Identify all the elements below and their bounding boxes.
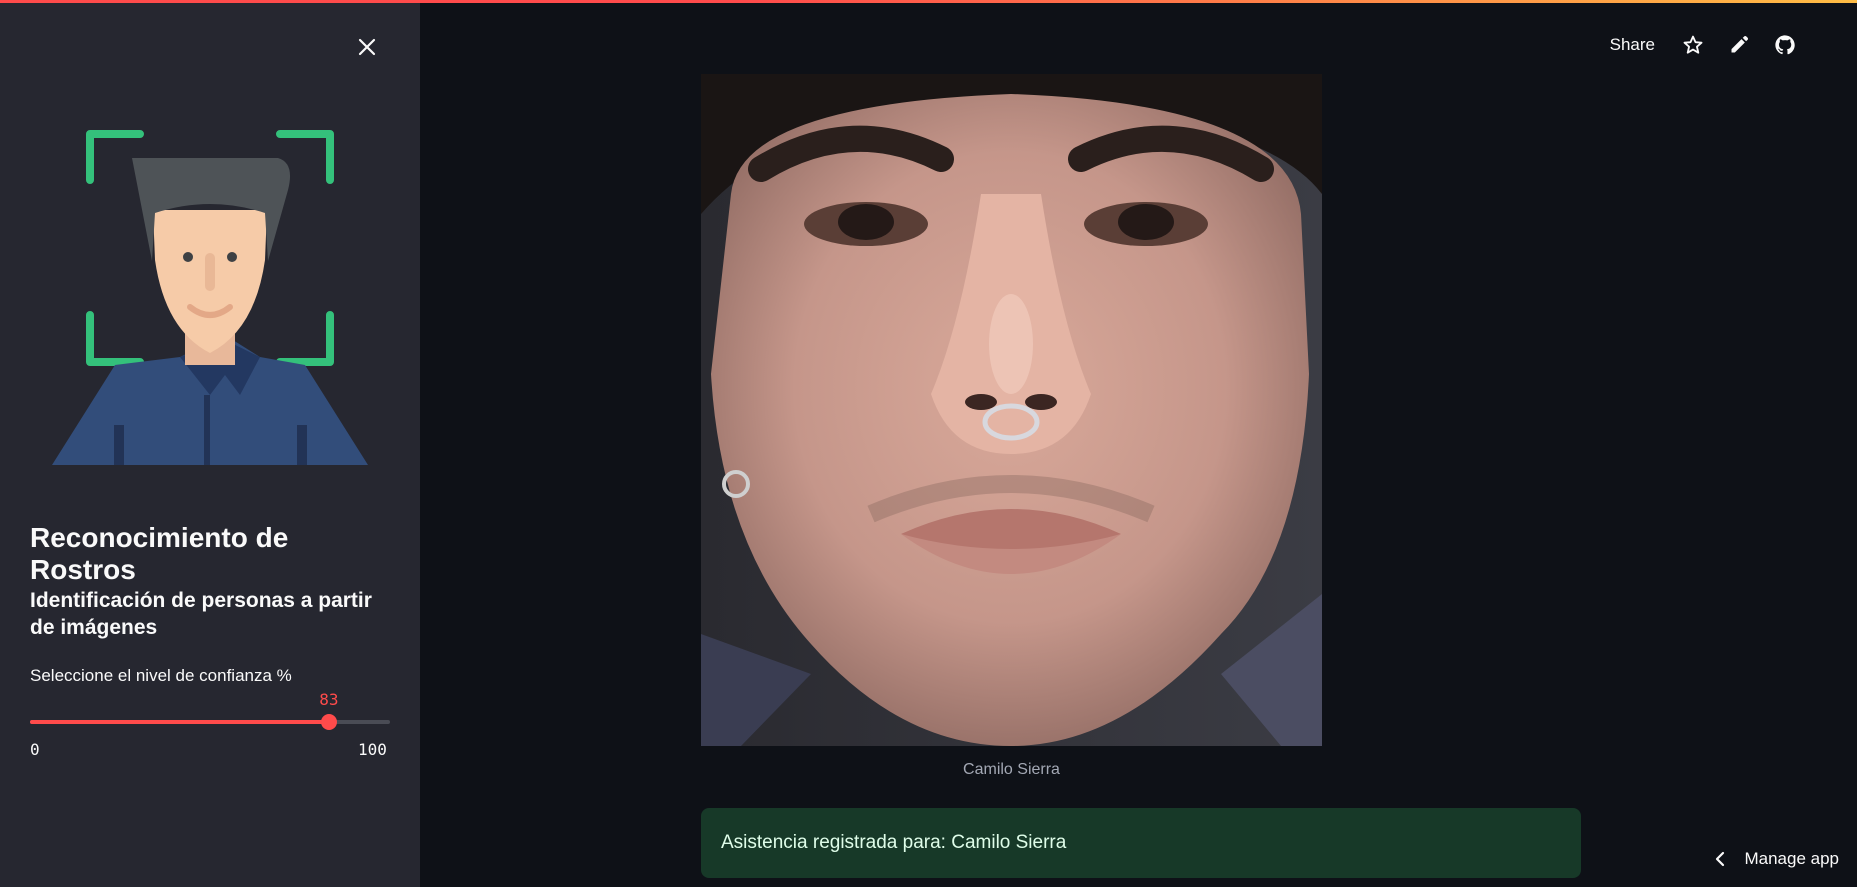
sidebar: Reconocimiento de Rostros Identificación… [0,0,420,887]
confidence-slider-value: 83 [319,690,339,709]
edit-button[interactable] [1727,33,1751,57]
image-caption: Camilo Sierra [963,761,1060,778]
share-button[interactable]: Share [1610,35,1655,55]
confidence-slider-thumb[interactable] [320,714,337,730]
confidence-slider-fill [30,720,329,724]
close-icon [358,38,376,56]
edit-icon [1731,35,1749,53]
confidence-slider-min: 0 [30,740,40,759]
github-button[interactable] [1773,33,1797,57]
face-photo [701,74,1322,746]
close-sidebar-button[interactable] [352,32,382,62]
face-recognition-logo [50,125,370,465]
recognized-face-image [701,74,1322,746]
sidebar-subtitle: Identificación de personas a partir de i… [30,589,372,639]
chevron-left-icon [1716,851,1725,867]
sidebar-title: Reconocimiento de Rostros [30,522,289,585]
top-decoration-bar [0,0,1857,3]
manage-app-button[interactable]: Manage app [1714,849,1839,869]
face-recognition-icon [52,130,368,465]
star-button[interactable] [1681,33,1705,57]
success-alert: Asistencia registrada para: Camilo Sierr… [701,808,1581,878]
star-icon [1683,35,1703,54]
manage-app-label: Manage app [1744,849,1839,868]
confidence-slider-track[interactable] [30,714,390,730]
github-icon [1775,35,1795,55]
success-alert-message: Asistencia registrada para: Camilo Sierr… [721,832,1067,853]
confidence-slider-max: 100 [358,740,387,759]
confidence-slider-label: Seleccione el nivel de confianza % [30,666,292,685]
app-toolbar: Share [1610,30,1797,60]
